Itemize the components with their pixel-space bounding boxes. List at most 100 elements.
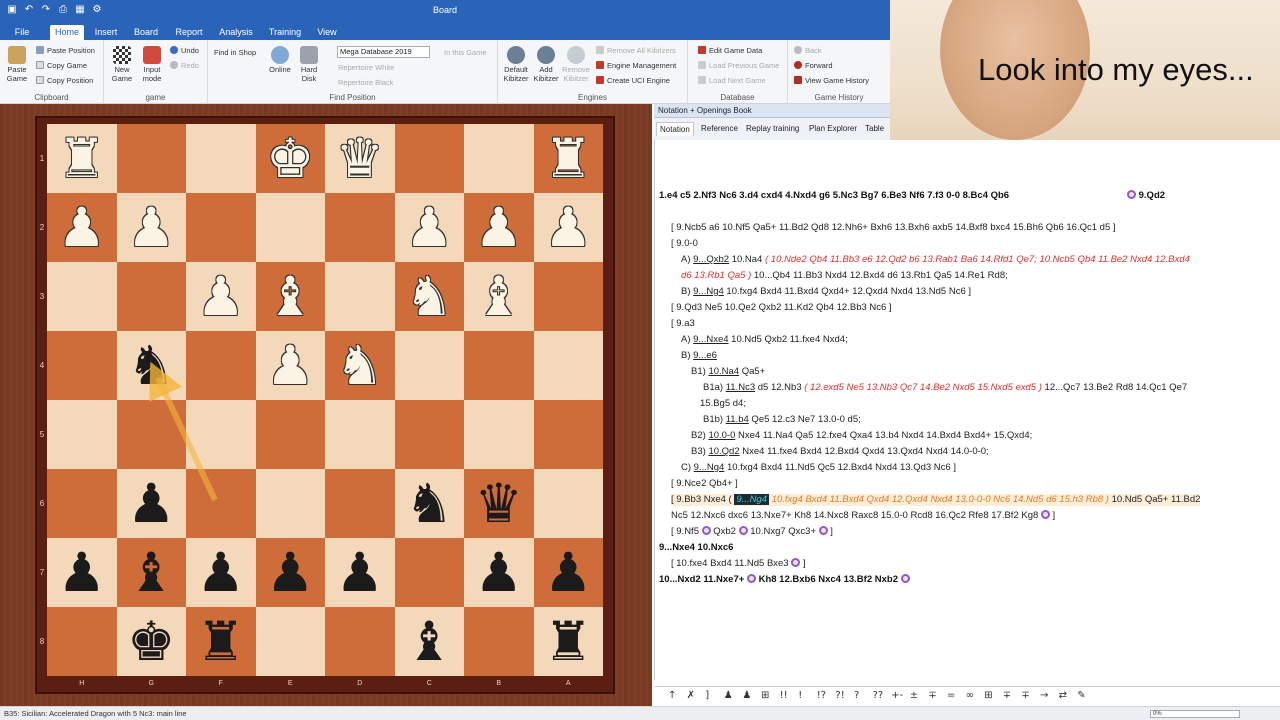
remove-all-kibitzers-button[interactable]: Remove All Kibitzers [596,46,676,56]
notation-line[interactable]: C) 9...Ng4 10.fxg4 Bxd4 11.Nd5 Qc5 12.Bx… [681,462,956,474]
create-uci-engine-button[interactable]: Create UCI Engine [596,76,670,86]
variation-move[interactable]: 9...e6 [693,350,717,361]
square[interactable] [325,607,395,676]
move-text[interactable]: 10.Nd5 Qa5+ 11.Bd2 [1112,494,1201,505]
white-pawn-icon[interactable]: ♟ [47,193,117,262]
move-text[interactable]: 12...Qc7 13.Be2 Rd8 14.Qc1 Qe7 [1045,382,1188,393]
annotation-symbol-button[interactable]: ! [798,690,802,701]
square[interactable] [116,124,186,193]
square[interactable] [325,262,395,331]
tab-view[interactable]: View [314,25,340,40]
notation-line[interactable]: B1a) 11.Nc3 d5 12.Nb3 ( 12.exd5 Ne5 13.N… [703,382,1187,394]
annotation-symbol-button[interactable]: ⇄ [1059,690,1067,701]
variation-move[interactable]: 11.Nc3 [726,382,755,393]
move-text[interactable]: Qxb2 [711,526,739,537]
tab-training[interactable]: Training [266,25,304,40]
notation-line[interactable]: 9.Qd2 [1127,190,1165,202]
repertoire-black-button[interactable]: Repertoire Black [338,78,393,88]
square[interactable] [47,331,117,400]
variation-label[interactable]: A) [681,334,693,345]
online-button[interactable]: Online [266,46,294,74]
annotation-symbol-button[interactable]: ?? [873,690,884,701]
square[interactable] [186,193,256,262]
white-pawn-icon[interactable]: ♟ [186,262,256,331]
square[interactable] [186,331,256,400]
square[interactable] [186,469,256,538]
square[interactable] [47,400,117,469]
tab-home[interactable]: Home [50,25,84,40]
edit-game-data-button[interactable]: Edit Game Data [698,46,762,56]
tab-file[interactable]: File [10,25,34,40]
square[interactable] [47,607,117,676]
repertoire-white-button[interactable]: Repertoire White [338,63,394,73]
annotation-symbol-button[interactable]: = [947,690,955,701]
square[interactable] [464,400,534,469]
white-knight-icon[interactable]: ♞ [325,331,395,400]
variation-move[interactable]: 9...Ng4 [693,286,724,297]
undo-button[interactable]: Undo [170,46,199,56]
notation-line[interactable]: [ 9.Bb3 Nxe4 ( 9...Ng4 10.fxg4 Bxd4 11.B… [671,494,1201,506]
move-text[interactable]: [ 9.Ncb5 a6 10.Nf5 Qa5+ 11.Bd2 Qd8 12.Nh… [671,222,1116,233]
square[interactable] [464,331,534,400]
variation-move[interactable]: 10.Qd2 [708,446,739,457]
notation-line[interactable]: B2) 10.0-0 Nxe4 11.Na4 Qa5 12.fxe4 Qxa4 … [691,430,1032,442]
black-knight-icon[interactable]: ♞ [395,469,465,538]
square[interactable] [464,607,534,676]
forward-button[interactable]: Forward [794,61,833,71]
annotation-symbol-button[interactable]: !? [817,690,826,701]
tab-analysis[interactable]: Analysis [218,25,254,40]
copy-game-button[interactable]: Copy Game [36,61,87,71]
variation-label[interactable]: C) [681,462,694,473]
white-pawn-icon[interactable]: ♟ [534,193,604,262]
tab-board[interactable]: Board [132,25,160,40]
variation-label[interactable]: B) [681,286,693,297]
annotation-symbol-button[interactable]: +- [891,690,903,701]
black-king-icon[interactable]: ♚ [117,607,187,676]
move-text[interactable]: 9.Qd2 [1136,190,1165,201]
annotation-symbol-button[interactable]: ⊞ [761,690,769,701]
move-text[interactable]: [ 9.Nce2 Qb4+ ] [671,478,738,489]
square[interactable] [533,469,603,538]
move-text[interactable]: 10.Nxg7 Qxc3+ [748,526,819,537]
white-knight-icon[interactable]: ♞ [395,262,465,331]
square[interactable] [394,538,464,607]
move-text[interactable]: 15.Bg5 d4; [700,398,746,409]
tab-table[interactable]: Table [862,122,887,136]
white-king-icon[interactable]: ♚ [256,124,326,193]
variation-move[interactable]: 10.Na4 [708,366,739,377]
database-select[interactable]: Mega Database 2019 [337,46,430,58]
notation-line[interactable]: [ 9.0-0 [671,238,698,250]
annotation-symbol-button[interactable]: !! [780,690,788,701]
move-text[interactable]: [ 9.a3 [671,318,695,329]
annotation-symbol-button[interactable]: ∓ [1021,690,1029,701]
notation-line[interactable]: A) 9...Nxe4 10.Nd5 Qxb2 11.fxe4 Nxd4; [681,334,848,346]
black-rook-icon[interactable]: ♜ [186,607,256,676]
new-game-button[interactable]: New Game [110,46,134,83]
chess-board[interactable]: ♜ ♚ ♛ ♜ ♟ ♟ ♟ ♟ ♟ ♟ ♝ ♞ ♝ ♞ ♟ ♞ ♟ ♞ ♛ ♟ ♝ ♟ ♟ ♟ ♟ ♟ ♚ ♜ ♝ ♜ [47,124,603,676]
annotation-symbol-button[interactable]: → [1040,690,1048,701]
variation-label[interactable]: A) [681,254,693,265]
move-text[interactable]: 10.Na4 [729,254,765,265]
notation-line[interactable]: B) 9...e6 [681,350,717,362]
move-text[interactable]: 10.Nd5 Qxb2 11.fxe4 Nxd4; [729,334,848,345]
move-text[interactable]: Qe5 12.c3 Ne7 13.0-0 d5; [749,414,860,425]
white-queen-icon[interactable]: ♛ [325,124,395,193]
square[interactable] [533,331,603,400]
hard-disk-button[interactable]: Hard Disk [296,46,322,83]
square[interactable] [533,262,603,331]
square[interactable] [255,193,325,262]
square[interactable] [325,193,395,262]
move-text[interactable]: 10.fxg4 Bxd4 11.Bxd4 Qxd4+ 12.Qxd4 Nxd4 … [724,286,971,297]
input-mode-button[interactable]: Input mode [140,46,164,83]
move-text[interactable]: 9...Nxe4 10.Nxc6 [659,542,733,553]
remove-kibitzer-button[interactable]: Remove Kibitzer [562,46,590,83]
annotation-symbol-button[interactable]: ♟ [742,690,751,701]
variation-move[interactable]: 11.b4 [726,414,749,425]
move-text[interactable]: ] [828,526,833,537]
annotation-symbol-button[interactable]: ∓ [928,690,936,701]
engine-management-button[interactable]: Engine Management [596,61,676,71]
sub-variation[interactable]: 10.fxg4 Bxd4 11.Bxd4 Qxd4 12.Qxd4 Nxd4 1… [769,494,1112,505]
copy-position-button[interactable]: Copy Position [36,76,93,86]
annotation-symbol-button[interactable]: ?! [835,690,844,701]
tab-plan-explorer[interactable]: Plan Explorer [806,122,860,136]
